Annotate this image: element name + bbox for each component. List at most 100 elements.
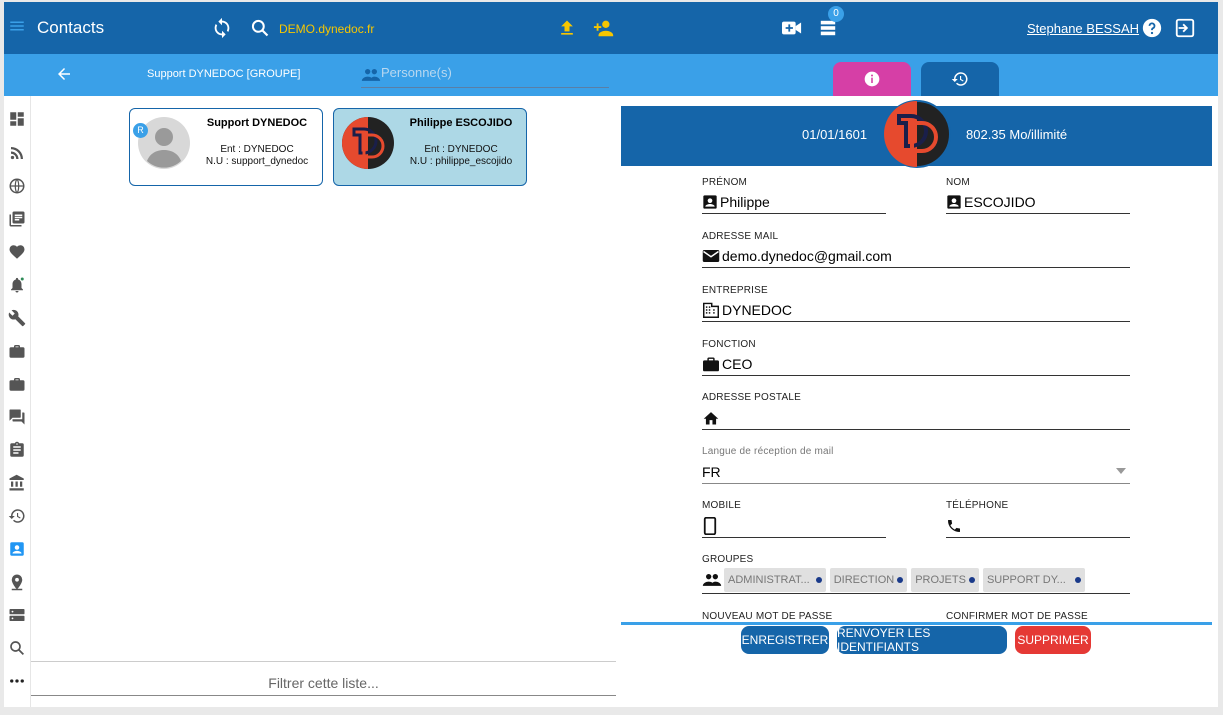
group-chip[interactable]: PROJETS (911, 568, 979, 592)
person-filter-placeholder: Personne(s) (381, 65, 452, 80)
language-underline (702, 483, 1130, 484)
globe-icon[interactable] (8, 177, 26, 195)
bell-alert-icon[interactable] (8, 276, 26, 294)
email-underline (702, 267, 1130, 268)
forum-icon[interactable] (8, 408, 26, 426)
group-chip-label: PROJETS (915, 574, 966, 586)
email-field[interactable]: demo.dynedoc@gmail.com (702, 246, 1130, 266)
dropdown-arrow-icon (1116, 468, 1126, 474)
contact-card-selected[interactable]: Philippe ESCOJIDO Ent : DYNEDOC N.U : ph… (333, 108, 527, 186)
tab-history[interactable] (921, 62, 999, 96)
phone-icon (946, 518, 962, 534)
delete-button[interactable]: SUPPRIMER (1015, 626, 1091, 654)
save-button[interactable]: ENREGISTRER (741, 626, 829, 654)
bank-icon[interactable] (8, 474, 26, 492)
firstname-field[interactable]: Philippe (702, 192, 886, 212)
lastname-field[interactable]: ESCOJIDO (946, 192, 1130, 212)
role-badge: R (133, 123, 148, 138)
notification-badge: 0 (828, 6, 844, 22)
sub-bar: Support DYNEDOC [GROUPE] Personne(s) (4, 54, 1218, 96)
groups-label: GROUPES (702, 554, 754, 565)
more-icon[interactable] (8, 672, 26, 690)
mail-icon (702, 248, 720, 264)
app-title: Contacts (37, 18, 105, 37)
company-field[interactable]: DYNEDOC (702, 300, 1130, 320)
phone-field[interactable] (946, 516, 1130, 536)
lastname-underline (946, 213, 1130, 214)
function-value: CEO (722, 356, 753, 372)
avatar (342, 117, 394, 169)
user-name-link[interactable]: Stephane BESSAH (1027, 21, 1139, 36)
group-chip-label: ADMINISTRAT... (728, 574, 810, 586)
sidebar (4, 96, 30, 707)
domain-label[interactable]: DEMO.dynedoc.fr (279, 22, 374, 36)
video-add-icon[interactable] (781, 18, 803, 38)
tab-info[interactable] (833, 62, 911, 96)
mobile-underline (702, 537, 886, 538)
contact-list-pane: R Support DYNEDOC Ent : DYNEDOC N.U : su… (31, 96, 616, 707)
people-icon (361, 68, 381, 82)
menu-icon[interactable] (8, 17, 26, 35)
storage-quota: 802.35 Mo/illimité (966, 127, 1068, 142)
function-label: FONCTION (702, 339, 756, 350)
group-chip[interactable]: ADMINISTRAT... (724, 568, 826, 592)
briefcase-icon[interactable] (8, 342, 26, 360)
history-nav-icon[interactable] (8, 507, 26, 525)
phone-underline (946, 537, 1130, 538)
filter-input[interactable]: Filtrer cette liste... (31, 668, 616, 696)
upload-icon[interactable] (557, 18, 577, 38)
language-select[interactable]: FR (702, 462, 1130, 482)
company-underline (702, 321, 1130, 322)
heart-icon[interactable] (8, 243, 26, 261)
contact-username: N.U : support_dynedoc (205, 156, 309, 167)
history-icon (951, 70, 969, 88)
function-field[interactable]: CEO (702, 354, 1130, 374)
resend-credentials-button[interactable]: RENVOYER LES IDENTIFIANTS (837, 626, 1007, 654)
contacts-icon[interactable] (8, 540, 26, 558)
function-underline (702, 375, 1130, 376)
detail-banner: 01/01/1601 802.35 Mo/illimité (621, 100, 1212, 168)
email-label: ADRESSE MAIL (702, 231, 779, 242)
created-date: 01/01/1601 (802, 127, 868, 142)
app-window: Contacts DEMO.dynedoc.fr 0 Stephane BESS… (4, 2, 1218, 707)
contact-detail-pane: 01/01/1601 802.35 Mo/illimité PRÉNOM Phi… (621, 96, 1218, 707)
back-arrow-icon[interactable] (55, 65, 73, 83)
logout-icon[interactable] (1174, 17, 1196, 39)
filter-divider (31, 661, 616, 662)
sync-icon[interactable] (211, 17, 233, 39)
contact-company: Ent : DYNEDOC (424, 144, 498, 155)
confirm-password-label: CONFIRMER MOT DE PASSE (946, 611, 1088, 622)
mobile-field[interactable] (702, 516, 886, 536)
storage-icon[interactable] (8, 606, 26, 624)
briefcase-field-icon (702, 356, 720, 372)
contact-card-icon (702, 194, 718, 210)
group-chip[interactable]: DIRECTION (829, 568, 908, 592)
rss-icon[interactable] (8, 144, 26, 162)
home-icon (702, 410, 720, 426)
person-filter[interactable]: Personne(s) (361, 62, 609, 88)
language-label: Langue de réception de mail (702, 446, 834, 457)
address-field[interactable] (702, 408, 1130, 428)
wrench-icon[interactable] (8, 309, 26, 327)
contact-card[interactable]: R Support DYNEDOC Ent : DYNEDOC N.U : su… (129, 108, 323, 186)
library-icon[interactable] (8, 210, 26, 228)
search-icon[interactable] (250, 18, 270, 38)
dashboard-icon[interactable] (8, 110, 26, 128)
briefcase-alt-icon[interactable] (8, 375, 26, 393)
contact-company: Ent : DYNEDOC (220, 144, 294, 155)
groups-field[interactable]: ADMINISTRAT... DIRECTION PROJETS SUPPORT… (702, 567, 1130, 593)
group-chip-label: SUPPORT DY... (986, 574, 1066, 586)
add-contact-icon[interactable] (592, 17, 616, 39)
firstname-underline (702, 213, 886, 214)
clipboard-icon[interactable] (8, 441, 26, 459)
contact-name: Philippe ESCOJIDO (409, 117, 513, 129)
firstname-label: PRÉNOM (702, 177, 748, 188)
group-title: Support DYNEDOC [GROUPE] (147, 68, 301, 80)
help-icon[interactable] (1142, 18, 1162, 38)
search-nav-icon[interactable] (8, 639, 26, 657)
location-icon[interactable] (8, 573, 26, 591)
group-chip[interactable]: SUPPORT DY... (982, 568, 1085, 592)
new-password-label: NOUVEAU MOT DE PASSE (702, 611, 833, 622)
chip-dot-icon (897, 577, 904, 583)
contact-username: N.U : philippe_escojido (409, 156, 513, 167)
